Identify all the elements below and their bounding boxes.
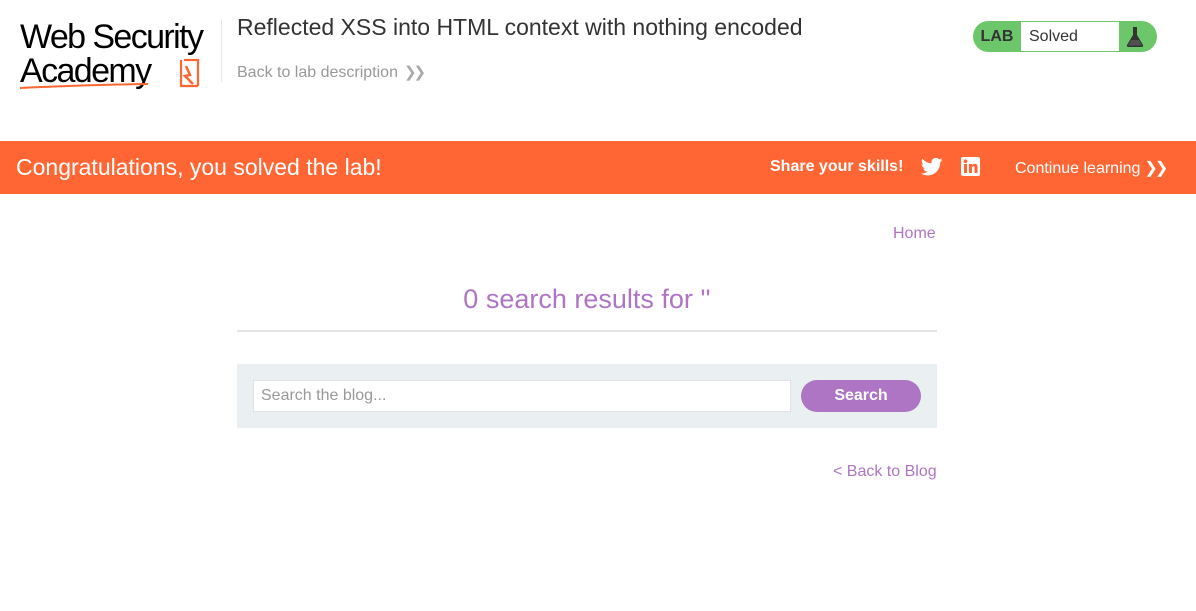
back-link-label: Back to lab description bbox=[237, 64, 398, 81]
continue-learning-link[interactable]: Continue learning ❯❯ bbox=[1015, 158, 1168, 178]
logo-bolt-icon bbox=[19, 58, 200, 89]
back-to-lab-description-link[interactable]: Back to lab description ❯❯ bbox=[237, 63, 426, 82]
double-chevron-right-icon: ❯❯ bbox=[403, 64, 426, 81]
page-header: Web Security Academy Reflected XSS into … bbox=[0, 0, 1196, 141]
lab-status-label: LAB bbox=[980, 28, 1014, 45]
twitter-icon[interactable] bbox=[921, 157, 943, 177]
web-security-academy-logo[interactable]: Web Security Academy bbox=[18, 16, 218, 94]
lab-title: Reflected XSS into HTML context with not… bbox=[237, 14, 803, 40]
linkedin-icon[interactable] bbox=[961, 157, 980, 176]
search-button[interactable]: Search bbox=[801, 380, 921, 412]
back-to-blog-link[interactable]: < Back to Blog bbox=[833, 463, 937, 481]
lab-status-state: Solved bbox=[1021, 22, 1119, 51]
solved-banner: Congratulations, you solved the lab! Sha… bbox=[0, 141, 1196, 194]
blog-search-input[interactable] bbox=[253, 380, 791, 412]
home-nav-link[interactable]: Home bbox=[893, 225, 936, 243]
congratulations-message: Congratulations, you solved the lab! bbox=[16, 154, 382, 180]
double-chevron-right-icon: ❯❯ bbox=[1144, 160, 1168, 177]
blog-search-panel: Search bbox=[237, 364, 937, 428]
search-results-heading: 0 search results for '' bbox=[463, 284, 711, 314]
lab-status-widget: LAB Solved bbox=[973, 21, 1157, 52]
share-skills-label: Share your skills! bbox=[770, 158, 904, 175]
section-divider bbox=[237, 330, 937, 332]
header-divider bbox=[221, 20, 222, 82]
flask-icon bbox=[1126, 27, 1144, 47]
continue-learning-label: Continue learning bbox=[1015, 160, 1141, 177]
